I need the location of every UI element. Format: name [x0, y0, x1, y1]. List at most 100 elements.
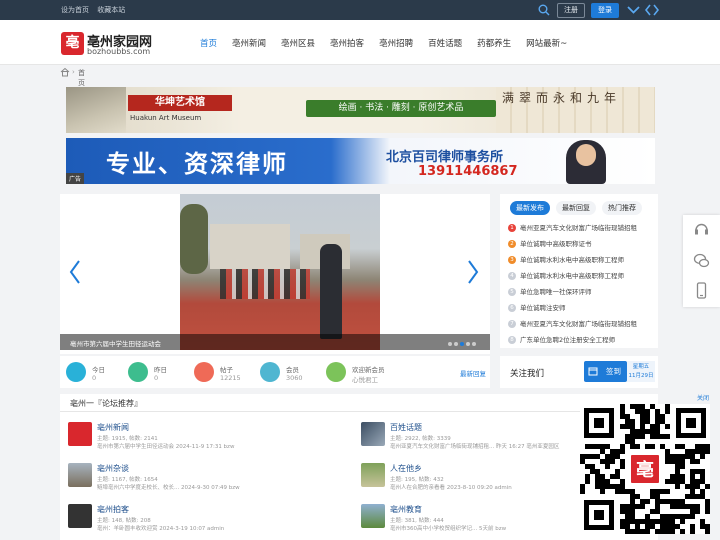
- main-nav: 首页 亳州新闻 亳州区县 亳州拍客 亳州招聘 百姓话题 药都养生 网站最新~: [200, 37, 582, 49]
- nav-item-topics[interactable]: 百姓话题: [428, 37, 462, 49]
- latest-post-item[interactable]: 1 亳州亚夏汽车文化财富广场临街现铺招租: [508, 222, 656, 238]
- carousel-prev-icon[interactable]: [68, 259, 82, 285]
- stat-label: 帖子: [220, 366, 233, 374]
- site-domain: bozhoubbs.com: [87, 47, 151, 56]
- logo-mark[interactable]: 亳: [61, 32, 84, 55]
- lawyer-banner[interactable]: 专业、资深律师 北京百司律师事务所 13911446867 广告: [66, 138, 655, 184]
- photo-athletes: [220, 269, 310, 299]
- art-museum-banner[interactable]: 华坤艺术馆 Huakun Art Museum 绘画 · 书法 · 雕刻 · 原…: [66, 87, 655, 133]
- latest-post-item[interactable]: 7 亳州亚夏汽车文化财富广场临街现铺招租: [508, 318, 656, 334]
- ad-tag: 广告: [66, 173, 85, 184]
- board-title[interactable]: 亳州杂谈: [97, 463, 129, 474]
- rank-badge: 6: [508, 304, 516, 312]
- board-last-post[interactable]: 亳州人在合肥的亲看看 2023-8-10 09:20 admin: [390, 483, 600, 491]
- board-meta: 主题: 148, 帖数: 208: [97, 518, 151, 524]
- board-meta: 主题: 2922, 帖数: 3339: [390, 436, 451, 442]
- board-thumb: [361, 463, 385, 487]
- post-title[interactable]: 单位急聘唯一社保环评师: [520, 288, 592, 296]
- nav-item-photos[interactable]: 亳州拍客: [330, 37, 364, 49]
- rank-badge: 4: [508, 272, 516, 280]
- stat-today: 今日 0: [62, 360, 122, 386]
- post-title[interactable]: 单位诚聘水利水电中高级职称工程师: [520, 272, 624, 280]
- stat-yesterday: 昨日 0: [124, 360, 184, 386]
- forum-recommend: 亳州一『论坛推荐』 亳州新闻 主题: 1915, 帖数: 2141 亳州市第六届…: [60, 394, 658, 540]
- bookmark-link[interactable]: 收藏本站: [97, 6, 125, 14]
- stat-value: 0: [154, 374, 159, 382]
- mobile-icon[interactable]: [693, 282, 710, 299]
- document-icon: [194, 362, 214, 382]
- code-icon[interactable]: [645, 4, 659, 16]
- board-last-post[interactable]: 亳州：羊卧圆丰收欢迎赏 2024-3-19 10:07 admin: [97, 524, 307, 532]
- latest-post-item[interactable]: 2 单位诚聘中高级职称证书: [508, 238, 656, 254]
- tab-latest-replies[interactable]: 最新回复: [556, 201, 596, 215]
- login-button[interactable]: 登录: [591, 3, 619, 18]
- latest-post-item[interactable]: 3 单位诚聘水利水电中高级职称工程师: [508, 254, 656, 270]
- nav-item-home[interactable]: 首页: [200, 37, 217, 49]
- nav-item-latest[interactable]: 网站最新~: [526, 37, 567, 49]
- post-title[interactable]: 亳州亚夏汽车文化财富广场临街现铺招租: [520, 320, 637, 328]
- qr-code: 亳: [580, 404, 710, 534]
- forum-board[interactable]: 亳州新闻 主题: 1915, 帖数: 2141 亳州市第六届中学生田径运动会 2…: [60, 422, 350, 462]
- board-last-post[interactable]: 亳州市第六届中学生田径运动会 2024-11-9 17:31 bzw: [97, 442, 307, 450]
- nav-item-jobs[interactable]: 亳州招聘: [379, 37, 413, 49]
- board-last-post[interactable]: 亳州亚夏汽车文化财富广场临街现铺招租... 昨天 16:27 亳州亚夏园区: [390, 442, 600, 450]
- forum-board[interactable]: 亳州拍客 主题: 148, 帖数: 208 亳州：羊卧圆丰收欢迎赏 2024-3…: [60, 504, 350, 540]
- qr-close-button[interactable]: 关闭: [697, 393, 709, 402]
- nav-item-health[interactable]: 药都养生: [477, 37, 511, 49]
- post-title[interactable]: 单位诚聘注安师: [520, 304, 566, 312]
- board-meta: 主题: 381, 帖数: 444: [390, 518, 444, 524]
- post-title[interactable]: 单位诚聘水利水电中高级职称工程师: [520, 256, 624, 264]
- carousel-dot[interactable]: [472, 342, 476, 346]
- latest-post-item[interactable]: 6 单位诚聘注安师: [508, 302, 656, 318]
- forum-board[interactable]: 亳州杂谈 主题: 1167, 帖数: 1654 鲢埠亳州六中学度走校长、校长..…: [60, 463, 350, 503]
- stat-label: 今日: [92, 366, 105, 374]
- board-title[interactable]: 亳州新闻: [97, 422, 129, 433]
- carousel-caption[interactable]: 亳州市第六届中学生田径运动会: [70, 338, 161, 348]
- carousel-dot[interactable]: [466, 342, 470, 346]
- board-last-post[interactable]: 鲢埠亳州六中学度走校长、校长... 2024-9-30 07:49 bzw: [97, 483, 307, 491]
- carousel-photo[interactable]: [180, 194, 380, 350]
- qr-logo: 亳: [629, 453, 661, 485]
- new-user-icon: [326, 362, 346, 382]
- post-title[interactable]: 亳州亚夏汽车文化财富广场临街现铺招租: [520, 224, 637, 232]
- carousel-next-icon[interactable]: [466, 259, 480, 285]
- new-member-name[interactable]: 心悦君工: [352, 374, 378, 384]
- tab-hot[interactable]: 热门推荐: [602, 201, 642, 215]
- board-title[interactable]: 人在他乡: [390, 463, 422, 474]
- post-title[interactable]: 广东单位急聘2位注册安全工程师: [520, 336, 615, 344]
- top-links: 设为首页 收藏本站: [61, 5, 131, 15]
- date-box: 星期五 11月29日: [627, 361, 655, 382]
- customer-service-icon[interactable]: [693, 221, 710, 238]
- board-last-post[interactable]: 亳州市360高中小学校贸组织学记... 5天前 bzw: [390, 524, 600, 532]
- set-homepage-link[interactable]: 设为首页: [61, 6, 89, 14]
- nav-item-news[interactable]: 亳州新闻: [232, 37, 266, 49]
- rank-badge: 2: [508, 240, 516, 248]
- board-meta: 主题: 1167, 帖数: 1654: [97, 477, 158, 483]
- board-title[interactable]: 亳州拍客: [97, 504, 129, 515]
- banner-slogan: 绘画 · 书法 · 雕刻 · 原创艺术品: [306, 100, 496, 117]
- post-title[interactable]: 单位诚聘中高级职称证书: [520, 240, 592, 248]
- chevron-down-icon[interactable]: [627, 5, 640, 15]
- carousel-dot[interactable]: [454, 342, 458, 346]
- stat-value: 12215: [220, 374, 241, 382]
- photo-referee: [320, 244, 342, 339]
- breadcrumb-current[interactable]: 首页: [78, 68, 85, 88]
- carousel-dot[interactable]: [448, 342, 452, 346]
- nav-item-districts[interactable]: 亳州区县: [281, 37, 315, 49]
- rank-badge: 3: [508, 256, 516, 264]
- tab-latest-posts[interactable]: 最新发布: [510, 201, 550, 215]
- register-button[interactable]: 注册: [557, 3, 585, 18]
- search-icon[interactable]: [538, 4, 550, 16]
- wechat-icon[interactable]: [693, 252, 710, 269]
- latest-post-item[interactable]: 8 广东单位急聘2位注册安全工程师: [508, 334, 656, 350]
- carousel-dot-active[interactable]: [460, 342, 464, 346]
- board-meta: 主题: 1915, 帖数: 2141: [97, 436, 158, 442]
- latest-replies-link[interactable]: 最新回复: [460, 368, 486, 378]
- top-bar: 设为首页 收藏本站 注册 登录: [0, 0, 720, 20]
- board-title[interactable]: 亳州教育: [390, 504, 422, 515]
- latest-post-item[interactable]: 5 单位急聘唯一社保环评师: [508, 286, 656, 302]
- home-icon[interactable]: [60, 67, 70, 77]
- stat-label: 会员: [286, 366, 299, 374]
- latest-post-item[interactable]: 4 单位诚聘水利水电中高级职称工程师: [508, 270, 656, 286]
- board-title[interactable]: 百姓话题: [390, 422, 422, 433]
